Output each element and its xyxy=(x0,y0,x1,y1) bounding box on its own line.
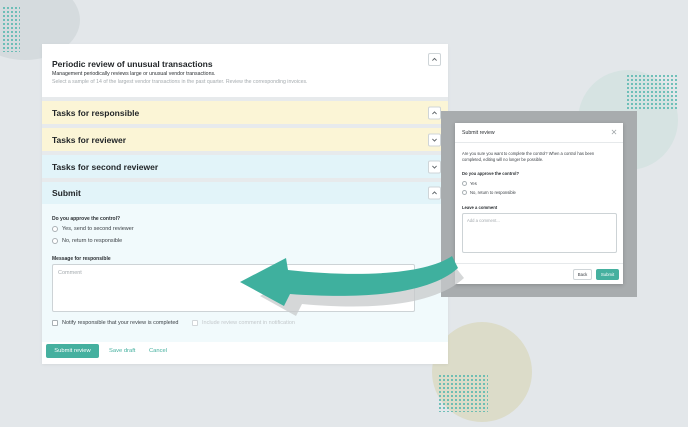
control-instruction: Select a sample of 14 of the largest ven… xyxy=(52,79,308,85)
section-tasks-reviewer[interactable]: Tasks for reviewer xyxy=(42,128,448,151)
notify-checkbox[interactable] xyxy=(52,320,58,326)
message-placeholder: Comment xyxy=(58,270,82,276)
control-description: Management periodically reviews large or… xyxy=(52,71,216,77)
chevron-up-icon xyxy=(432,191,437,195)
comment-textarea[interactable]: Add a comment... xyxy=(462,213,617,253)
radio-label: Yes xyxy=(470,181,477,186)
submit-form: Do you approve the control? Yes, send to… xyxy=(42,204,448,342)
dialog-radio-yes[interactable]: Yes xyxy=(462,181,477,186)
toggle-submit-button[interactable] xyxy=(428,186,441,200)
dialog-body: Are you sure you want to complete the co… xyxy=(462,151,595,162)
save-draft-link[interactable]: Save draft xyxy=(109,348,135,354)
dialog-title: Submit review xyxy=(462,130,495,136)
intro-section: Periodic review of unusual transactions … xyxy=(42,44,448,97)
collapse-intro-button[interactable] xyxy=(428,53,441,66)
decorative-dot-grid xyxy=(626,74,678,110)
notify-label: Notify responsible that your review is c… xyxy=(62,320,179,326)
chevron-down-icon xyxy=(432,138,437,142)
section-title: Tasks for second reviewer xyxy=(52,161,159,172)
radio-option-no[interactable]: No, return to responsible xyxy=(52,238,122,244)
radio-button[interactable] xyxy=(462,181,467,186)
include-comment-checkbox[interactable] xyxy=(192,320,198,326)
cancel-link[interactable]: Cancel xyxy=(149,348,167,354)
toggle-reviewer-button[interactable] xyxy=(428,133,441,146)
dialog-divider xyxy=(455,263,623,264)
section-submit[interactable]: Submit xyxy=(42,182,448,204)
include-comment-checkbox-row[interactable]: Include review comment in notification xyxy=(192,320,295,326)
toggle-second-reviewer-button[interactable] xyxy=(428,160,441,173)
decorative-dot-grid xyxy=(2,6,20,52)
decorative-dot-grid xyxy=(438,374,488,412)
section-title: Tasks for reviewer xyxy=(52,134,127,145)
control-review-panel: Periodic review of unusual transactions … xyxy=(42,44,448,364)
approve-question: Do you approve the control? xyxy=(52,216,121,222)
close-icon[interactable] xyxy=(611,129,617,135)
section-tasks-responsible[interactable]: Tasks for responsible xyxy=(42,101,448,124)
chevron-up-icon xyxy=(432,57,437,61)
dialog-submit-button[interactable]: Submit xyxy=(596,269,619,280)
section-title: Submit xyxy=(52,188,81,198)
submit-review-button[interactable]: Submit review xyxy=(46,344,99,358)
include-comment-label: Include review comment in notification xyxy=(202,320,295,326)
form-footer: Submit review Save draft Cancel xyxy=(42,342,448,364)
radio-label: Yes, send to second reviewer xyxy=(62,226,134,232)
radio-label: No, return to responsible xyxy=(62,238,123,244)
dialog-radio-no[interactable]: No, return to responsible xyxy=(462,190,516,195)
notify-checkbox-row[interactable]: Notify responsible that your review is c… xyxy=(52,320,178,326)
section-title: Tasks for responsible xyxy=(52,107,140,118)
radio-button[interactable] xyxy=(462,190,467,195)
dialog-divider xyxy=(455,142,623,143)
radio-option-yes[interactable]: Yes, send to second reviewer xyxy=(52,226,134,232)
message-label: Message for responsible xyxy=(52,256,111,262)
radio-button[interactable] xyxy=(52,226,58,232)
submit-review-dialog: Submit review Are you sure you want to c… xyxy=(455,123,623,284)
control-title: Periodic review of unusual transactions xyxy=(52,59,213,69)
radio-label: No, return to responsible xyxy=(470,190,516,195)
toggle-responsible-button[interactable] xyxy=(428,106,441,119)
chevron-down-icon xyxy=(432,165,437,169)
chevron-up-icon xyxy=(432,110,437,114)
back-button[interactable]: Back xyxy=(573,269,592,280)
comment-label: Leave a comment xyxy=(462,205,498,210)
comment-placeholder: Add a comment... xyxy=(467,218,500,223)
radio-button[interactable] xyxy=(52,238,58,244)
dialog-question: Do you approve the control? xyxy=(462,171,519,176)
message-textarea[interactable]: Comment xyxy=(52,264,415,312)
section-tasks-second-reviewer[interactable]: Tasks for second reviewer xyxy=(42,155,448,178)
